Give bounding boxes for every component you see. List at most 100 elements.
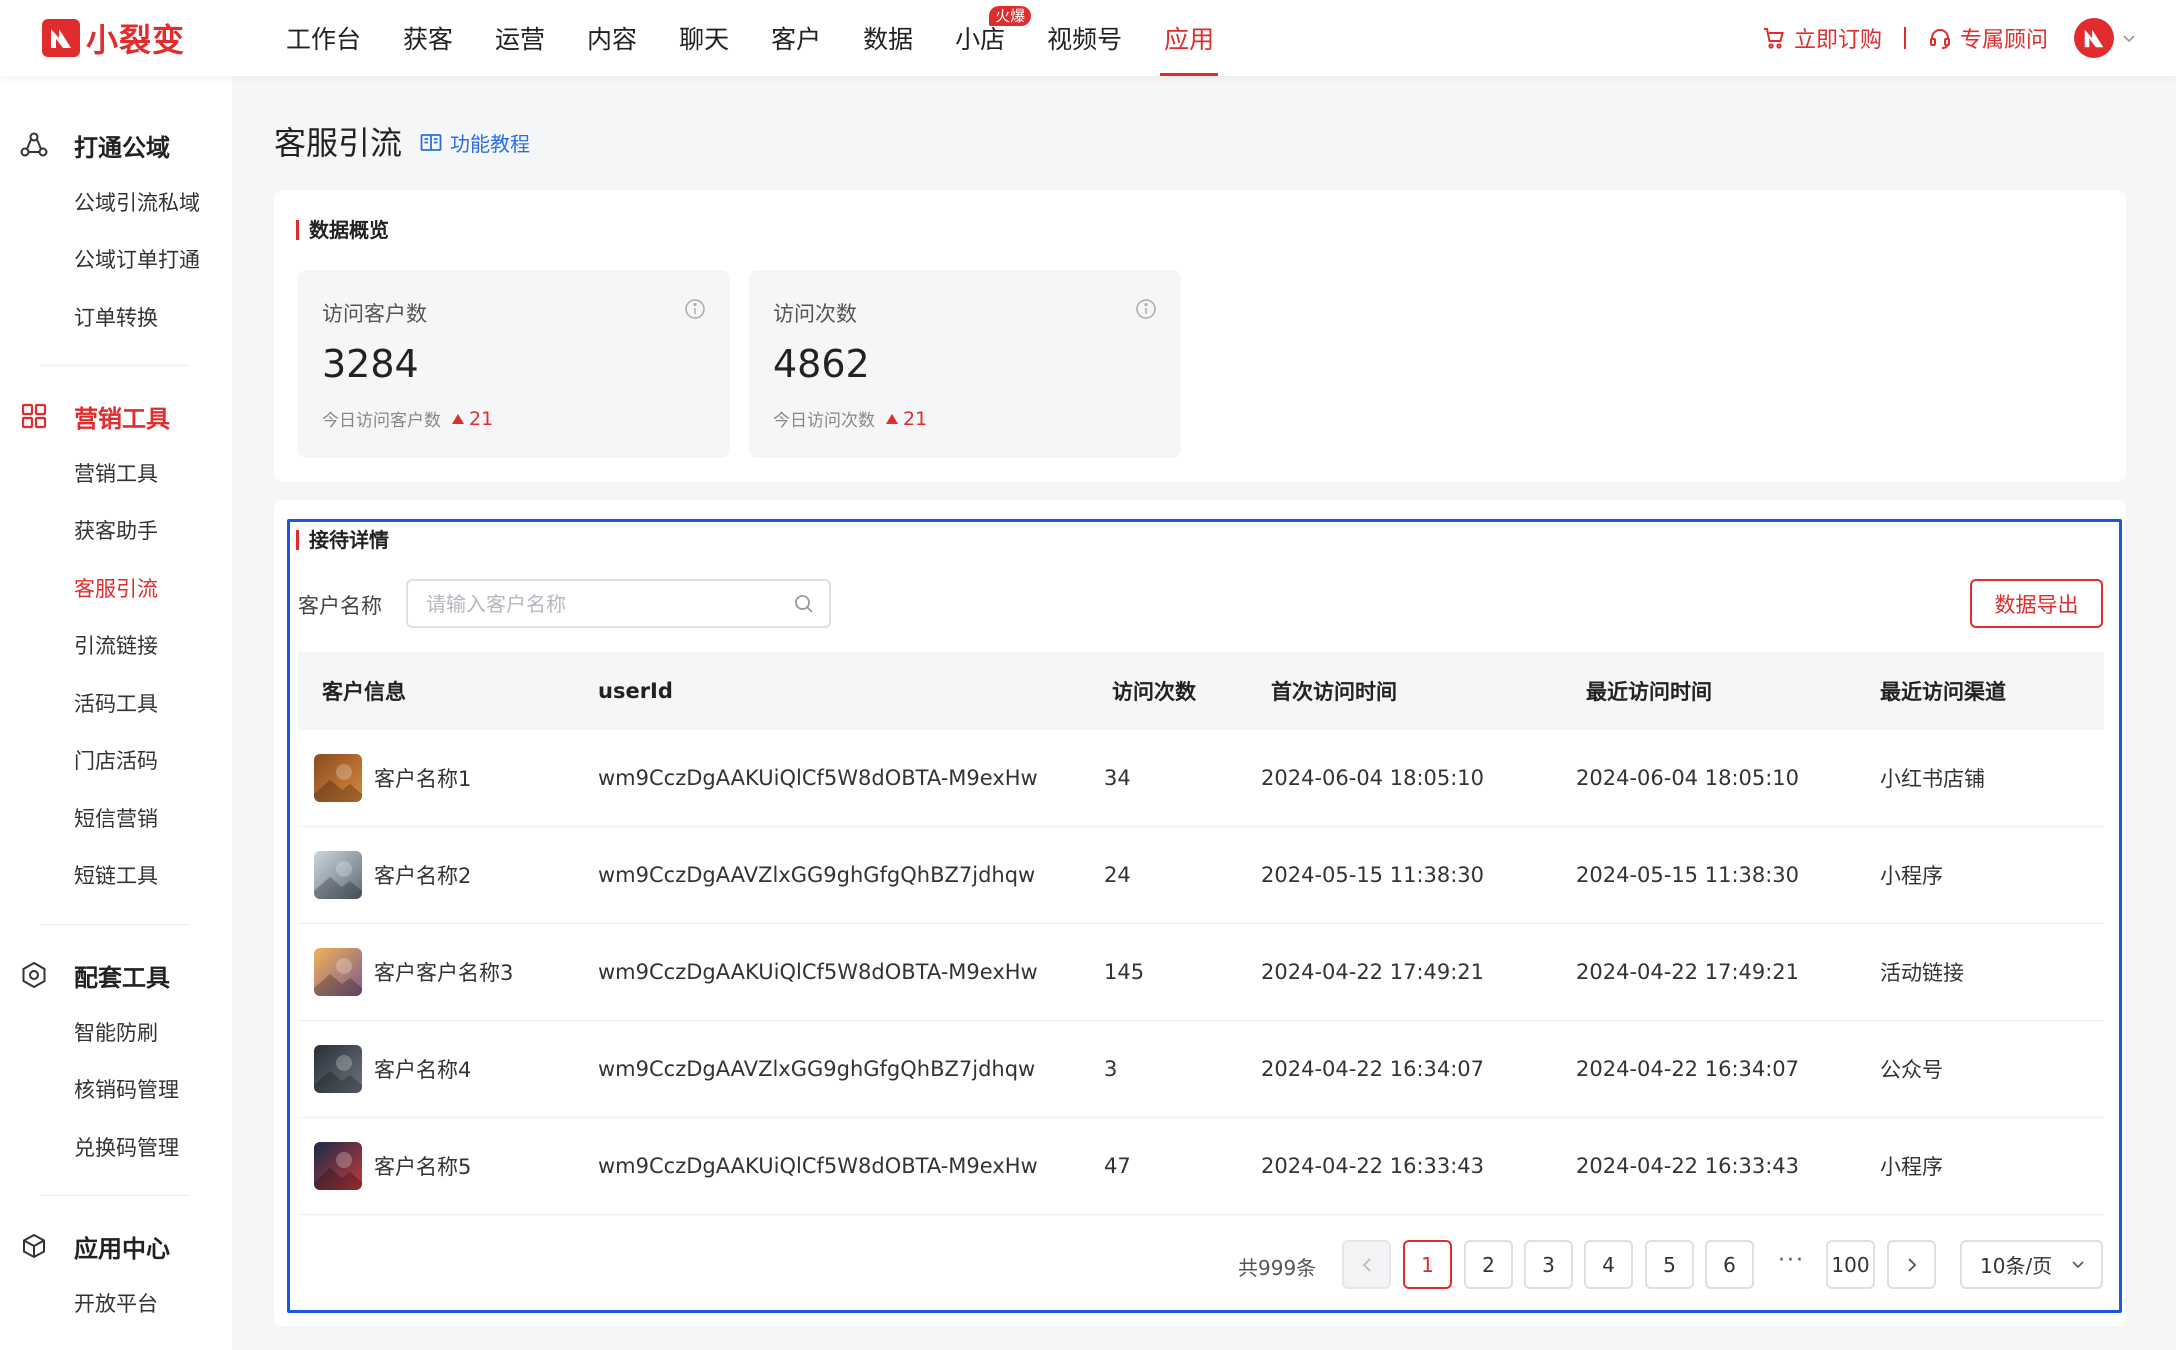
cell-last-visit: 2024-04-22 16:33:43 xyxy=(1576,1154,1800,1178)
tutorial-link[interactable]: 功能教程 xyxy=(420,128,530,157)
sidebar-item-public-orders[interactable]: 公域订单打通 xyxy=(0,231,232,289)
sidebar-item-short-link[interactable]: 短链工具 xyxy=(0,847,232,905)
cell-first-visit: 2024-04-22 17:49:21 xyxy=(1261,960,1485,984)
page-button-last[interactable]: 100 xyxy=(1826,1240,1875,1289)
stat-sub: 今日访问次数 21 xyxy=(773,406,927,432)
sidebar-group-title[interactable]: 配套工具 xyxy=(0,955,232,995)
sidebar-item-verify-code[interactable]: 核销码管理 xyxy=(0,1061,232,1119)
nav-label: 内容 xyxy=(587,25,638,54)
table-row[interactable]: 客户名称5 wm9CczDgAAKUiQlCf5W8dOBTA-M9exHw 47 2… xyxy=(298,1118,2104,1215)
info-icon[interactable] xyxy=(684,298,706,320)
nav-chat[interactable]: 聊天 xyxy=(659,0,749,76)
nav-label: 工作台 xyxy=(286,25,362,54)
brand-logo[interactable]: 小裂变 xyxy=(42,15,185,61)
sidebar-item-live-code[interactable]: 活码工具 xyxy=(0,674,232,732)
customer-avatar xyxy=(314,1045,362,1093)
nav-label: 聊天 xyxy=(679,25,730,54)
page-button[interactable]: 5 xyxy=(1645,1240,1694,1289)
table-row[interactable]: 客户名称2 wm9CczDgAAVZlxGG9ghGfgQhBZ7jdhqw 24 2… xyxy=(298,827,2104,924)
sidebar-item-acquire-assistant[interactable]: 获客助手 xyxy=(0,502,232,560)
stat-value: 3284 xyxy=(322,342,419,386)
page-size-select[interactable]: 10条/页 xyxy=(1960,1240,2103,1289)
sidebar-item-label: 智能防刷 xyxy=(74,1020,158,1045)
table-row[interactable]: 客户客户名称3 wm9CczDgAAKUiQlCf5W8dOBTA-M9exHw 1… xyxy=(298,924,2104,1021)
sidebar-item-label: 核销码管理 xyxy=(74,1078,179,1103)
prev-page-button[interactable] xyxy=(1342,1240,1391,1289)
page-button[interactable]: 1 xyxy=(1403,1240,1452,1289)
stat-card-visitors: 访问客户数 3284 今日访问客户数 21 xyxy=(298,270,730,458)
link-network-icon xyxy=(20,132,48,157)
nav-label: 应用 xyxy=(1164,25,1215,54)
page-size-label: 10条/页 xyxy=(1980,1254,2053,1278)
search-icon[interactable] xyxy=(793,593,815,615)
sidebar-item-marketing-tools[interactable]: 营销工具 xyxy=(0,444,232,502)
info-icon[interactable] xyxy=(1135,298,1157,320)
cell-channel: 小红书店铺 xyxy=(1880,767,1985,791)
sidebar-item-order-convert[interactable]: 订单转换 xyxy=(0,288,232,346)
reception-table: 客户信息 userId 访问次数 首次访问时间 最近访问时间 最近访问渠道 客户… xyxy=(298,652,2104,1215)
table-body: 客户名称1 wm9CczDgAAKUiQlCf5W8dOBTA-M9exHw 34 2… xyxy=(298,730,2104,1215)
table-row[interactable]: 客户名称4 wm9CczDgAAVZlxGG9ghGfgQhBZ7jdhqw 3 20… xyxy=(298,1021,2104,1118)
cell-visits: 3 xyxy=(1104,1057,1118,1081)
sidebar-item-service-traffic[interactable]: 客服引流 xyxy=(0,559,232,617)
sidebar-group-title[interactable]: 营销工具 xyxy=(0,396,232,436)
customer-avatar xyxy=(314,948,362,996)
customer-name: 客户名称1 xyxy=(374,767,472,791)
sidebar-item-label: 短链工具 xyxy=(74,864,158,889)
sidebar-item-label: 引流链接 xyxy=(74,634,158,659)
nav-label: 获客 xyxy=(403,25,454,54)
customer-search-input[interactable] xyxy=(408,581,768,626)
sidebar-item-sms-marketing[interactable]: 短信营销 xyxy=(0,789,232,847)
customer-name: 客户名称5 xyxy=(374,1155,472,1179)
nav-workbench[interactable]: 工作台 xyxy=(266,0,381,76)
sidebar-item-traffic-link[interactable]: 引流链接 xyxy=(0,617,232,675)
nav-acquire[interactable]: 获客 xyxy=(383,0,473,76)
customer-name: 客户客户名称3 xyxy=(374,961,514,985)
nav-channels[interactable]: 视频号 xyxy=(1027,0,1142,76)
advisor-link[interactable]: 专属顾问 xyxy=(1928,22,2048,54)
sidebar-item-public-to-private[interactable]: 公域引流私域 xyxy=(0,173,232,231)
cell-visits: 145 xyxy=(1104,960,1145,984)
nav-apps[interactable]: 应用 xyxy=(1144,0,1234,76)
nav-operations[interactable]: 运营 xyxy=(475,0,565,76)
customer-name-label: 客户名称 xyxy=(298,594,382,618)
sidebar-item-label: 公域引流私域 xyxy=(74,190,200,215)
sidebar-group-support: 配套工具 智能防刷 核销码管理 兑换码管理 xyxy=(0,955,232,1176)
sidebar-group-title[interactable]: 打通公域 xyxy=(0,125,232,165)
order-now-link[interactable]: 立即订购 xyxy=(1762,22,1882,54)
cell-first-visit: 2024-06-04 18:05:10 xyxy=(1261,766,1485,790)
user-avatar[interactable] xyxy=(2074,18,2114,58)
page-button[interactable]: 2 xyxy=(1464,1240,1513,1289)
cell-channel: 公众号 xyxy=(1880,1058,1943,1082)
page-button[interactable]: 3 xyxy=(1524,1240,1573,1289)
cell-userid: wm9CczDgAAVZlxGG9ghGfgQhBZ7jdhqw xyxy=(598,1057,1036,1081)
nav-content[interactable]: 内容 xyxy=(567,0,657,76)
pagination-ellipsis[interactable]: ··· xyxy=(1778,1248,1805,1273)
advisor-label: 专属顾问 xyxy=(1959,28,2048,53)
sidebar-item-open-platform[interactable]: 开放平台 xyxy=(0,1274,232,1332)
sidebar-item-redeem-code[interactable]: 兑换码管理 xyxy=(0,1118,232,1176)
chevron-down-icon[interactable] xyxy=(2122,31,2136,45)
page-button[interactable]: 4 xyxy=(1584,1240,1633,1289)
cell-visits: 47 xyxy=(1104,1154,1131,1178)
sidebar-group-title[interactable]: 应用中心 xyxy=(0,1226,232,1266)
sidebar-item-label: 获客助手 xyxy=(74,519,158,544)
col-header-customer: 客户信息 xyxy=(322,680,406,704)
sidebar-item-anti-fraud[interactable]: 智能防刷 xyxy=(0,1003,232,1061)
cell-first-visit: 2024-05-15 11:38:30 xyxy=(1261,863,1485,887)
col-header-channel: 最近访问渠道 xyxy=(1880,680,2006,704)
brand-mark-icon xyxy=(42,19,80,57)
nav-data[interactable]: 数据 xyxy=(843,0,933,76)
customer-name: 客户名称4 xyxy=(374,1058,472,1082)
export-data-button[interactable]: 数据导出 xyxy=(1970,579,2103,628)
cell-last-visit: 2024-04-22 16:34:07 xyxy=(1576,1057,1800,1081)
nav-customer[interactable]: 客户 xyxy=(751,0,841,76)
nav-shop[interactable]: 小店 火爆 xyxy=(935,0,1032,76)
page-button[interactable]: 6 xyxy=(1705,1240,1754,1289)
customer-search-box xyxy=(406,579,831,628)
cell-customer: 客户名称2 xyxy=(298,851,598,899)
next-page-button[interactable] xyxy=(1887,1240,1936,1289)
sidebar: 打通公域 公域引流私域 公域订单打通 订单转换 营销工具 营销工具 获客助手 客… xyxy=(0,76,232,1350)
sidebar-item-store-code[interactable]: 门店活码 xyxy=(0,732,232,790)
table-row[interactable]: 客户名称1 wm9CczDgAAKUiQlCf5W8dOBTA-M9exHw 34 2… xyxy=(298,730,2104,827)
